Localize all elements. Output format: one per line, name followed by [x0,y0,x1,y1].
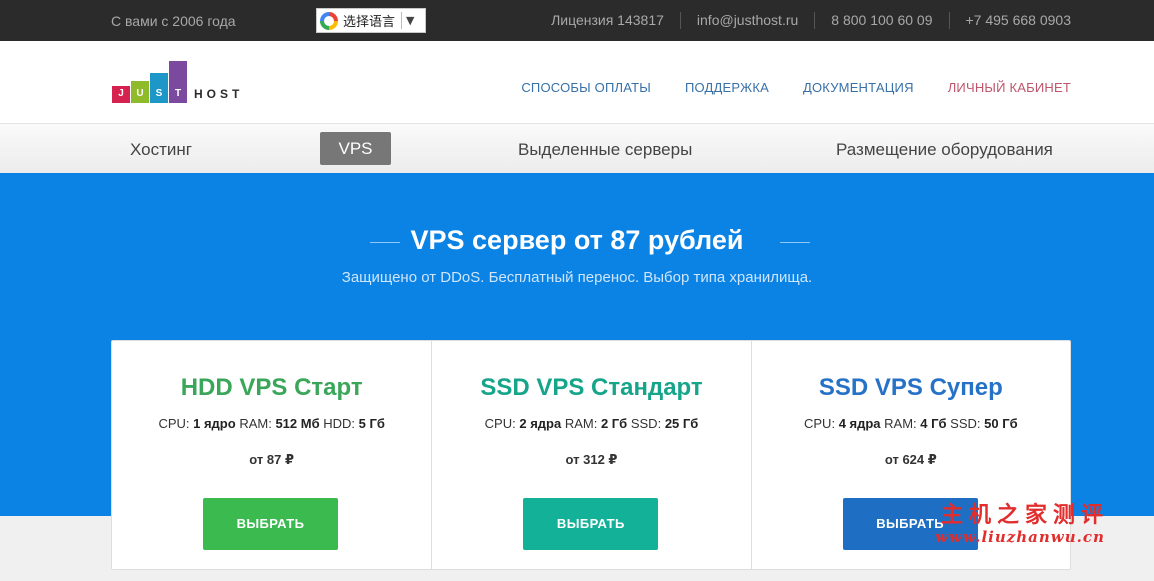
translate-label: 选择语言 [343,15,396,30]
logo-bar-s: S [150,73,168,103]
logo-bar-t: T [169,61,187,103]
hero-title-row: VPS сервер от 87 рублей [0,225,1154,256]
logo-bar-u: U [131,81,149,103]
justhost-logo[interactable]: J U S T HOST [112,61,252,103]
phone-tollfree[interactable]: 8 800 100 60 09 [814,12,948,29]
contacts: Лицензия 143817 info@justhost.ru 8 800 1… [535,0,1071,41]
menu-vps-active[interactable]: VPS [320,132,391,165]
watermark: 主机之家测评 www.liuzhanwu.cn [935,497,1135,557]
phone-moscow[interactable]: +7 495 668 0903 [948,12,1071,29]
select-button[interactable]: ВЫБРАТЬ [203,498,338,550]
plan-price: от 87 ₽ [249,452,295,467]
plan-price: от 312 ₽ [565,452,618,467]
title-line-right [780,242,810,243]
plan-specs: CPU: 1 ядро RAM: 512 Мб HDD: 5 Гб [158,416,385,431]
plan-card-ssd-standard: SSD VPS Стандарт CPU: 2 ядра RAM: 2 Гб S… [431,341,750,569]
chevron-down-icon: ▼ [406,14,415,27]
plan-name: SSD VPS Супер [818,374,1003,401]
select-button[interactable]: ВЫБРАТЬ [523,498,659,550]
menu-hosting[interactable]: Хостинг [130,135,192,165]
logo-bar-j: J [112,86,130,103]
top-bar: С вами с 2006 года 选择语言 ▼ Лицензия 14381… [0,0,1154,41]
hero-title: VPS сервер от 87 рублей [410,225,744,255]
main-nav: СПОСОБЫ ОПЛАТЫ ПОДДЕРЖКА ДОКУМЕНТАЦИЯ ЛИ… [521,80,1071,95]
site-header: J U S T HOST СПОСОБЫ ОПЛАТЫ ПОДДЕРЖКА ДО… [0,41,1154,123]
plan-specs: CPU: 2 ядра RAM: 2 Гб SSD: 25 Гб [484,416,699,431]
since-text: С вами с 2006 года [111,13,236,29]
menu-colocation[interactable]: Размещение оборудования [836,135,1053,165]
translate-divider [401,12,403,29]
plan-price: от 624 ₽ [884,452,937,467]
plan-specs: CPU: 4 ядра RAM: 4 Гб SSD: 50 Гб [804,416,1018,431]
email-link[interactable]: info@justhost.ru [679,12,814,29]
logo-host-text: HOST [194,87,244,101]
menu-dedicated-servers[interactable]: Выделенные серверы [518,135,692,165]
google-icon [320,11,338,30]
plan-name: HDD VPS Старт [180,374,363,401]
category-menu: Хостинг VPS Выделенные серверы Размещени… [0,123,1154,173]
nav-personal-cabinet[interactable]: ЛИЧНЫЙ КАБИНЕТ [948,80,1071,95]
plan-name: SSD VPS Стандарт [480,374,703,401]
plan-cards: HDD VPS Старт CPU: 1 ядро RAM: 512 Мб HD… [111,340,1071,570]
watermark-url: www.liuzhanwu.cn [935,528,1105,546]
license-number: Лицензия 143817 [551,12,664,28]
watermark-text: 主机之家测评 [941,502,1110,528]
nav-documentation[interactable]: ДОКУМЕНТАЦИЯ [803,80,914,95]
nav-payment-methods[interactable]: СПОСОБЫ ОПЛАТЫ [521,80,651,95]
nav-support[interactable]: ПОДДЕРЖКА [685,80,769,95]
google-translate-select[interactable]: 选择语言 ▼ [316,8,426,33]
plan-card-hdd-start: HDD VPS Старт CPU: 1 ядро RAM: 512 Мб HD… [112,341,431,569]
hero-subtitle: Защищено от DDoS. Бесплатный перенос. Вы… [341,269,813,286]
